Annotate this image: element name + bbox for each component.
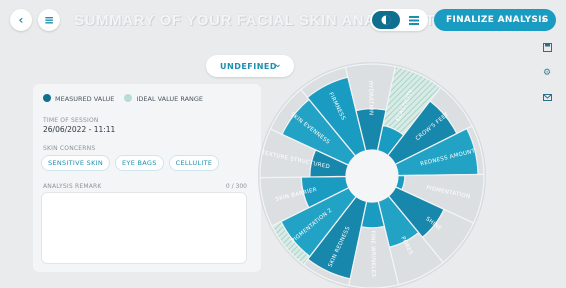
segment-label: HYDRATION [367,81,374,116]
wheel-center [346,150,398,202]
skin-analysis-wheel: ELASTICITYCROW'S FEETREDNESS AMOUNTPIGME… [258,62,486,288]
segment-label: FINE WRINKLES [369,231,376,278]
